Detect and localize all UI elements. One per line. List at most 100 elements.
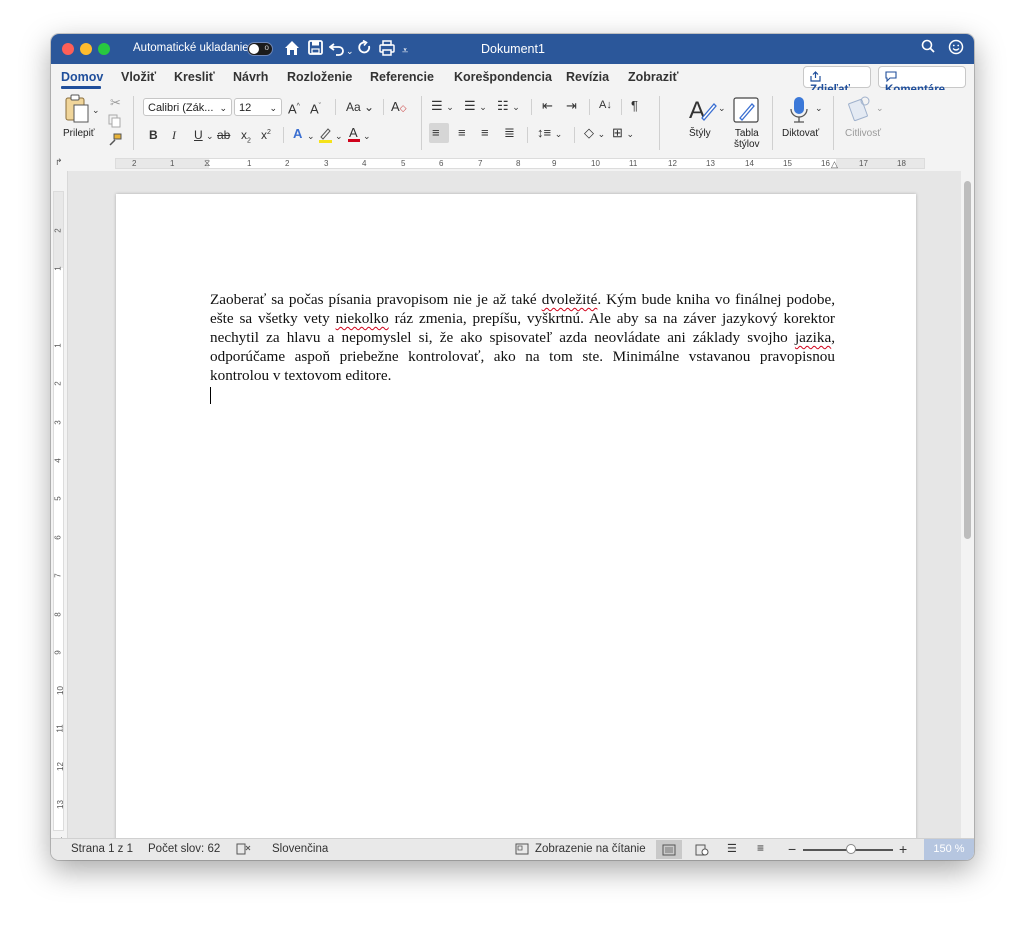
strikethrough-icon[interactable]: ab xyxy=(217,127,230,143)
align-right-icon[interactable]: ≡ xyxy=(481,125,489,141)
tab-domov[interactable]: Domov xyxy=(61,70,103,84)
tab-korespondencia[interactable]: Korešpondencia xyxy=(454,70,552,84)
zoom-window-button[interactable] xyxy=(98,43,110,55)
document-paragraph[interactable]: Zaoberať sa počas písania pravopisom nie… xyxy=(210,290,835,385)
home-icon[interactable] xyxy=(284,40,300,61)
save-icon[interactable] xyxy=(308,40,323,60)
increase-indent-icon[interactable]: ⇥ xyxy=(566,98,577,114)
justify-icon[interactable]: ≣ xyxy=(504,125,515,141)
clear-formatting-icon[interactable]: A◇ xyxy=(391,99,407,116)
tab-vlozit[interactable]: Vložiť xyxy=(121,70,156,84)
styles-dropdown-icon[interactable]: ⌄ xyxy=(718,100,726,116)
minimize-window-button[interactable] xyxy=(80,43,92,55)
search-icon[interactable] xyxy=(921,39,935,57)
comments-button[interactable]: Komentáre xyxy=(878,66,966,96)
indent-marker-icon[interactable]: ⧖ xyxy=(204,158,210,169)
draft-button[interactable]: ≡ xyxy=(751,840,777,859)
share-button[interactable]: Zdieľať xyxy=(803,66,871,96)
sort-icon[interactable]: A↓ xyxy=(599,97,612,113)
styles-gallery-icon[interactable]: A xyxy=(688,96,718,128)
superscript-icon[interactable]: x2 xyxy=(261,125,271,143)
vertical-ruler-track[interactable]: 2 1 1 2 3 4 5 6 7 8 9 10 11 12 13 14 xyxy=(53,191,65,846)
subscript-icon[interactable]: x2 xyxy=(241,127,251,149)
cut-icon[interactable]: ✂ xyxy=(110,95,121,111)
font-name-value: Calibri (Zák... xyxy=(148,102,214,114)
line-spacing-icon[interactable]: ↕≡ ⌄ xyxy=(537,125,562,142)
customize-toolbar-icon[interactable]: ⩡ xyxy=(402,42,408,60)
undo-dropdown-icon[interactable]: ⌄ xyxy=(346,42,354,60)
highlight-color-icon[interactable] xyxy=(318,126,333,147)
bold-icon[interactable]: B xyxy=(149,127,158,143)
close-window-button[interactable] xyxy=(62,43,74,55)
underline-icon[interactable]: U xyxy=(194,127,203,143)
document-page[interactable]: Zaoberať sa počas písania pravopisom nie… xyxy=(116,194,916,839)
undo-icon[interactable] xyxy=(328,40,345,61)
tab-kreslit[interactable]: Kresliť xyxy=(174,70,215,84)
ruler-number: 7 xyxy=(478,159,483,168)
tab-stop-selector-icon[interactable]: ↱ xyxy=(55,157,63,168)
autosave-state: o xyxy=(264,43,269,52)
show-formatting-marks-icon[interactable]: ¶ xyxy=(631,98,638,114)
align-left-button[interactable]: ≡ xyxy=(429,123,449,143)
dictate-dropdown-icon[interactable]: ⌄ xyxy=(815,100,823,116)
smiley-feedback-icon[interactable] xyxy=(948,39,964,59)
text-effects-icon[interactable]: A xyxy=(293,126,302,142)
tab-navrh[interactable]: Návrh xyxy=(233,70,268,84)
paste-dropdown-icon[interactable]: ⌄ xyxy=(92,102,100,118)
styles-pane-icon[interactable] xyxy=(732,96,760,128)
font-size-select[interactable]: 12 ⌄ xyxy=(234,98,282,116)
align-center-icon[interactable]: ≡ xyxy=(458,125,466,141)
page-count[interactable]: Strana 1 z 1 xyxy=(71,843,133,855)
microphone-icon[interactable] xyxy=(788,95,810,129)
copy-icon[interactable] xyxy=(108,114,121,132)
zoom-level[interactable]: 150 % xyxy=(924,839,974,860)
redo-icon[interactable] xyxy=(357,39,372,60)
grow-font-icon[interactable]: A^ xyxy=(288,99,300,117)
right-indent-marker-icon[interactable]: △ xyxy=(831,159,838,170)
font-color-dropdown-icon[interactable]: ⌄ xyxy=(363,128,371,144)
reading-view-label[interactable]: Zobrazenie na čítanie xyxy=(535,843,646,855)
proofing-icon[interactable] xyxy=(236,843,251,858)
spelling-error[interactable]: dvoležité xyxy=(542,291,598,308)
italic-icon[interactable]: I xyxy=(172,127,176,143)
zoom-slider-handle[interactable] xyxy=(846,844,856,854)
separator xyxy=(772,96,773,150)
change-case-icon[interactable]: Aa ⌄ xyxy=(346,99,374,115)
spelling-error[interactable]: jazika xyxy=(795,329,831,346)
highlight-dropdown-icon[interactable]: ⌄ xyxy=(335,128,343,144)
autosave-toggle[interactable]: o xyxy=(247,42,273,56)
outline-button[interactable]: ☰ xyxy=(721,840,747,859)
ruler-track[interactable]: 2 1 1 2 3 4 5 6 7 8 9 10 11 12 13 14 15 … xyxy=(115,158,925,169)
format-painter-icon[interactable] xyxy=(108,133,122,151)
word-count[interactable]: Počet slov: 62 xyxy=(148,843,220,855)
tab-rozlozenie[interactable]: Rozloženie xyxy=(287,70,352,84)
print-icon[interactable] xyxy=(379,40,395,61)
underline-dropdown-icon[interactable]: ⌄ xyxy=(206,128,214,144)
tab-zobrazit[interactable]: Zobraziť xyxy=(628,70,678,84)
paste-icon[interactable] xyxy=(64,94,90,128)
decrease-indent-icon[interactable]: ⇤ xyxy=(542,98,553,114)
scrollbar-thumb[interactable] xyxy=(964,181,971,539)
tab-referencie[interactable]: Referencie xyxy=(370,70,434,84)
zoom-out-button[interactable]: − xyxy=(788,841,796,857)
font-color-icon[interactable]: A xyxy=(347,125,361,147)
tab-revizia[interactable]: Revízia xyxy=(566,70,609,84)
shrink-font-icon[interactable]: Aˇ xyxy=(310,99,321,117)
bullets-icon[interactable]: ☰ ⌄ xyxy=(431,98,454,115)
sensitivity-icon[interactable] xyxy=(847,95,873,127)
text-effects-dropdown-icon[interactable]: ⌄ xyxy=(307,128,315,144)
spelling-error[interactable]: niekolko xyxy=(336,310,389,327)
shading-icon[interactable]: ◇ ⌄ xyxy=(584,125,605,142)
vruler-number: 2 xyxy=(53,228,63,233)
reading-view-icon[interactable] xyxy=(515,843,529,858)
font-name-select[interactable]: Calibri (Zák... ⌄ xyxy=(143,98,232,116)
numbering-icon[interactable]: ☰ ⌄ xyxy=(464,98,487,115)
vertical-scrollbar[interactable] xyxy=(961,171,974,839)
zoom-in-button[interactable]: + xyxy=(899,841,907,857)
print-layout-button[interactable] xyxy=(656,840,682,859)
web-layout-button[interactable] xyxy=(689,840,715,859)
borders-icon[interactable]: ⊞ ⌄ xyxy=(612,125,634,142)
sensitivity-dropdown-icon[interactable]: ⌄ xyxy=(876,100,884,116)
language[interactable]: Slovenčina xyxy=(272,843,328,855)
multilevel-list-icon[interactable]: ☷ ⌄ xyxy=(497,98,520,115)
